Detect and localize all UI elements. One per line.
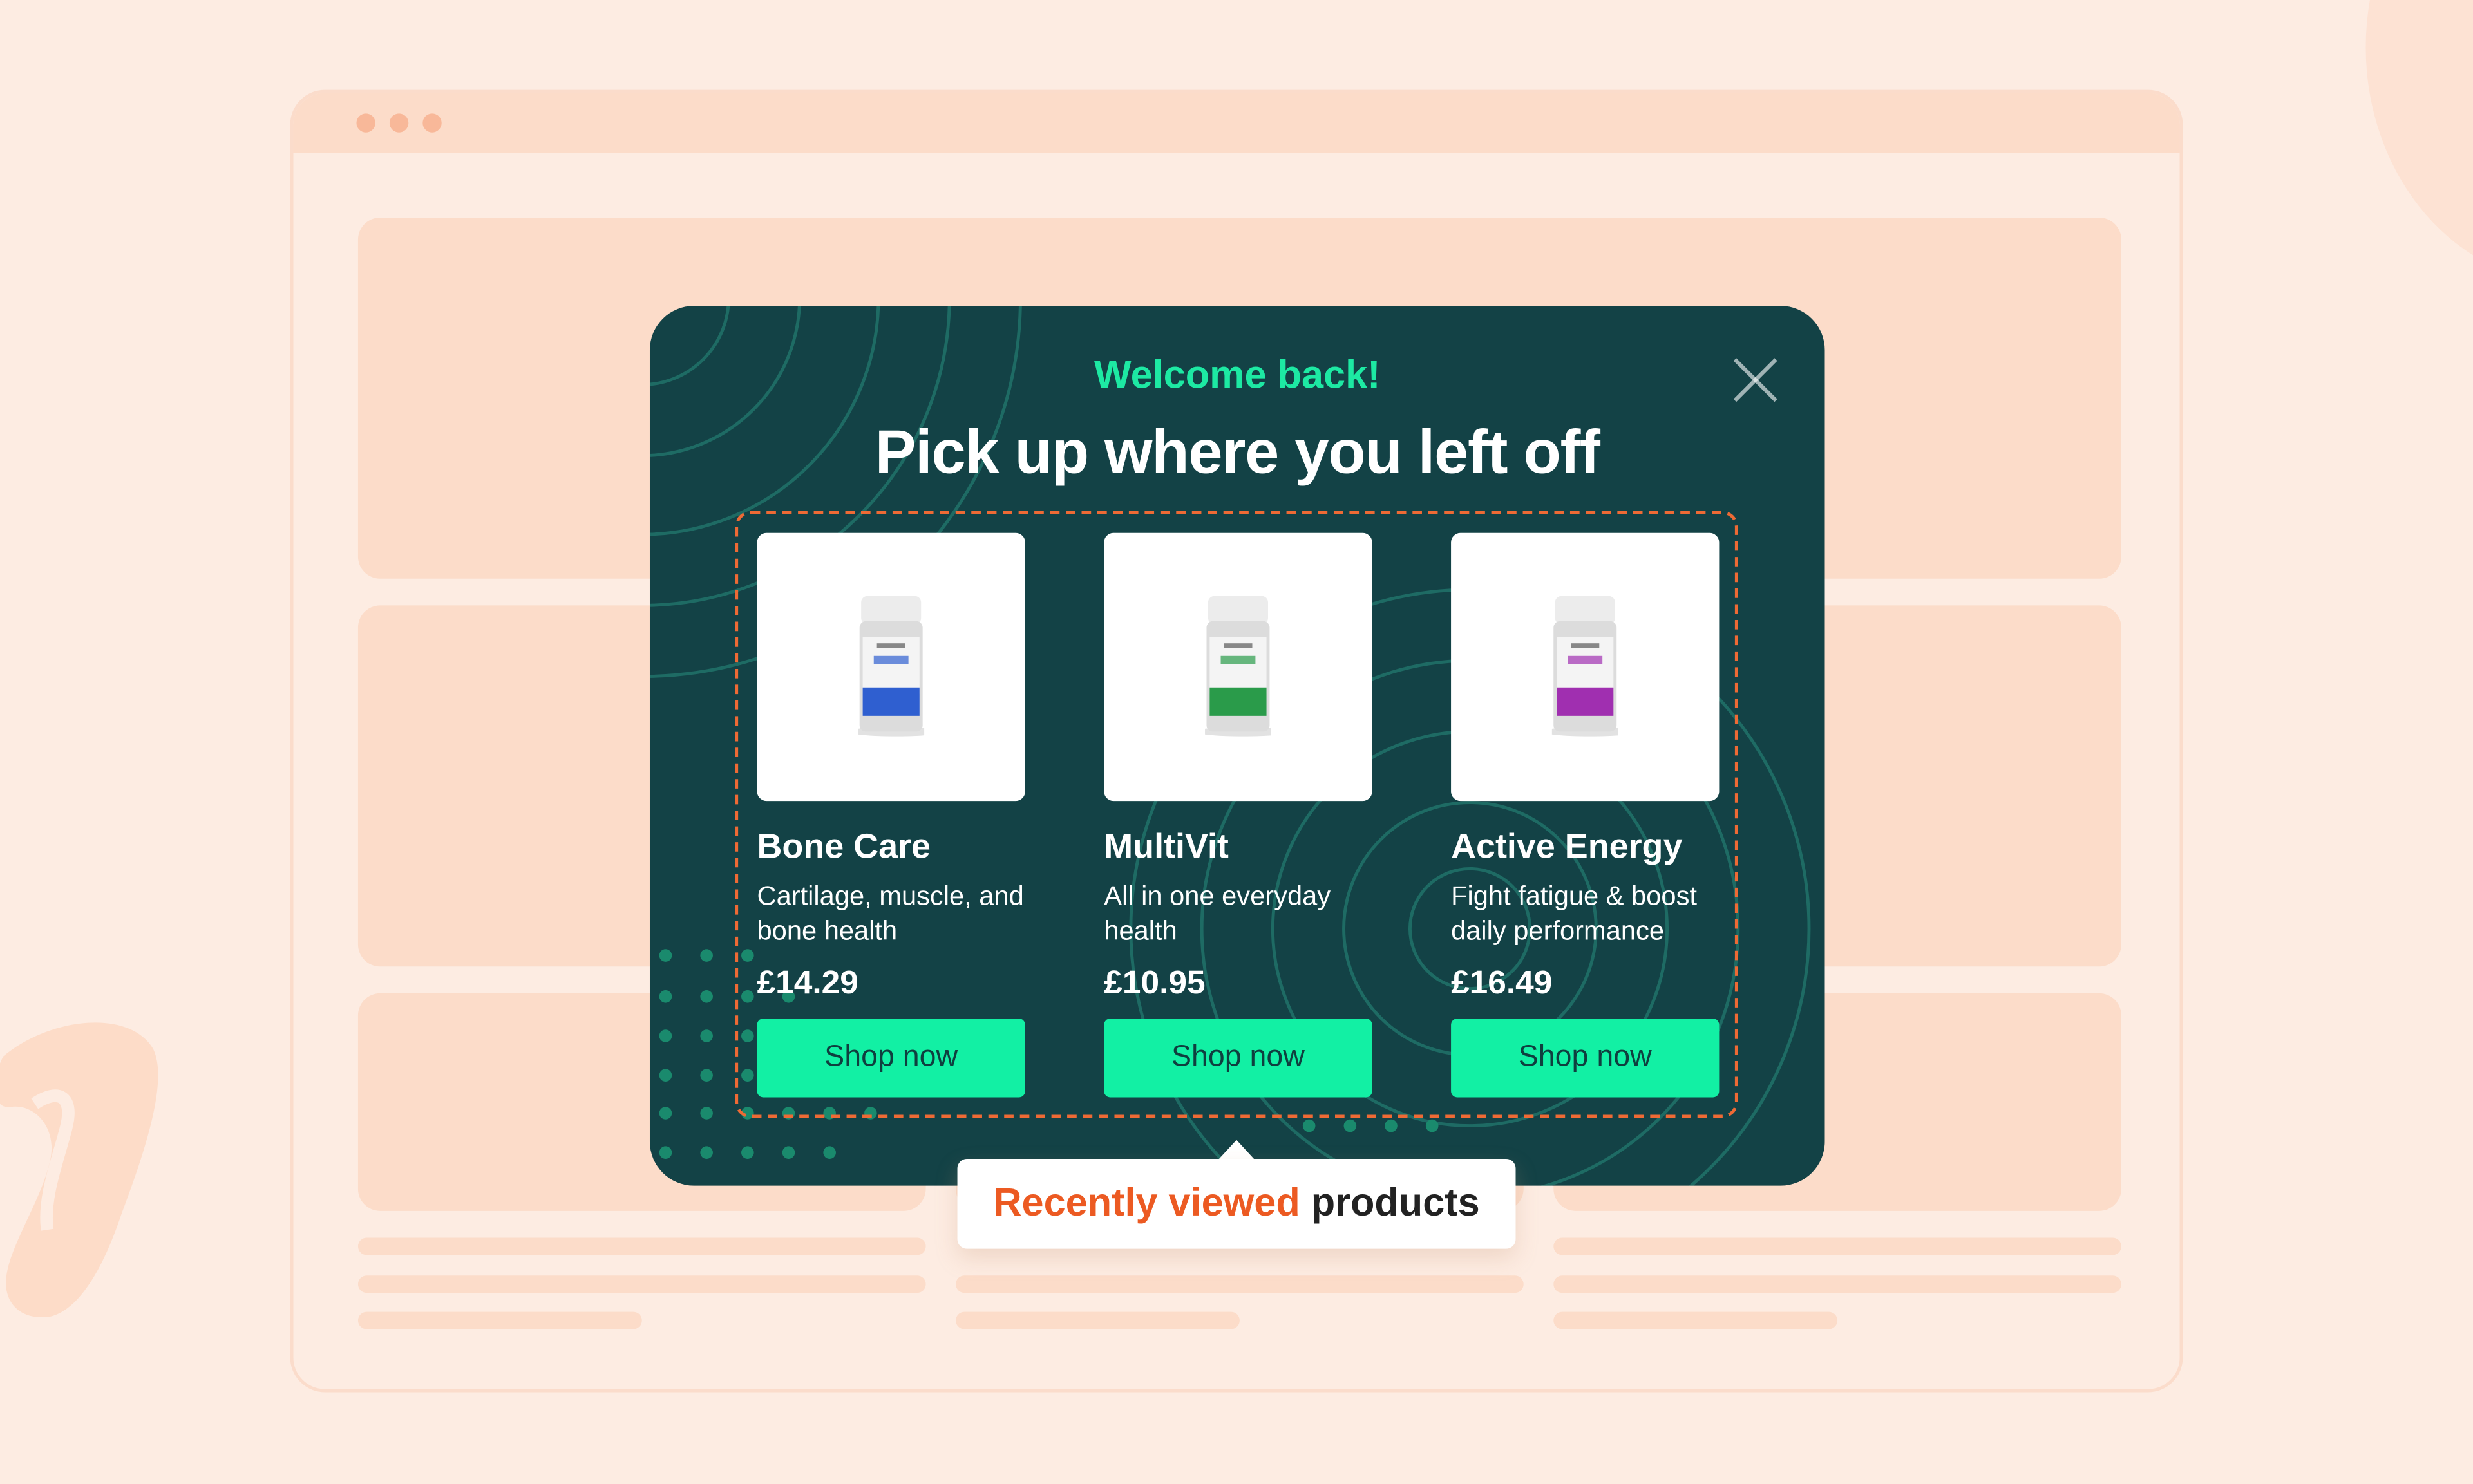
shop-now-button[interactable]: Shop now <box>1451 1019 1720 1098</box>
product-name[interactable]: MultiVit <box>1104 826 1372 867</box>
product-card: Bone Care Cartilage, muscle, and bone he… <box>757 532 1025 1098</box>
placeholder-line <box>956 1311 1240 1329</box>
placeholder-line <box>1553 1237 2121 1255</box>
product-image[interactable] <box>757 532 1025 802</box>
supplement-bottle-icon <box>858 596 925 737</box>
window-dot-icon <box>356 113 375 133</box>
callout-pointer <box>1217 1140 1256 1161</box>
product-description: Cartilage, muscle, and bone health <box>757 881 1024 946</box>
placeholder-line <box>357 1311 642 1329</box>
page-canvas: Welcome back! Pick up where you left off <box>0 0 2473 1484</box>
product-price: £10.95 <box>1104 964 1206 1002</box>
placeholder-line <box>1553 1275 2121 1293</box>
welcome-back-popup: Welcome back! Pick up where you left off <box>649 306 1825 1186</box>
supplement-bottle-icon <box>1551 596 1618 737</box>
popup-title: Pick up where you left off <box>875 419 1600 487</box>
callout-text: products <box>1311 1181 1480 1225</box>
shop-now-button[interactable]: Shop now <box>1104 1019 1372 1098</box>
supplement-bottle-icon <box>1205 596 1271 737</box>
product-image[interactable] <box>1104 532 1372 802</box>
product-price: £16.49 <box>1451 964 1553 1002</box>
callout-accent-text: Recently viewed <box>993 1181 1300 1225</box>
product-price: £14.29 <box>757 964 858 1002</box>
product-name[interactable]: Bone Care <box>757 826 1025 867</box>
browser-titlebar <box>293 93 2180 153</box>
close-icon[interactable] <box>1729 353 1782 407</box>
placeholder-line <box>1553 1311 1838 1329</box>
decorative-brush-glyph <box>0 1022 158 1317</box>
product-description: Fight fatigue & boost daily performance <box>1451 881 1697 946</box>
popup-eyebrow: Welcome back! <box>1094 353 1381 398</box>
recently-viewed-callout: Recently viewed products <box>957 1159 1516 1249</box>
product-name[interactable]: Active Energy <box>1451 826 1719 867</box>
product-description: All in one everyday health <box>1104 881 1331 946</box>
placeholder-line <box>956 1275 1524 1293</box>
product-card: Active Energy Fight fatigue & boost dail… <box>1451 532 1720 1098</box>
decorative-arc <box>2365 0 2473 284</box>
shop-now-button[interactable]: Shop now <box>757 1019 1025 1098</box>
placeholder-line <box>357 1237 926 1255</box>
placeholder-line <box>357 1275 926 1293</box>
product-image[interactable] <box>1451 532 1720 802</box>
product-card: MultiVit All in one everyday health £10.… <box>1104 532 1372 1098</box>
window-dot-icon <box>422 113 442 133</box>
window-dot-icon <box>389 113 409 133</box>
